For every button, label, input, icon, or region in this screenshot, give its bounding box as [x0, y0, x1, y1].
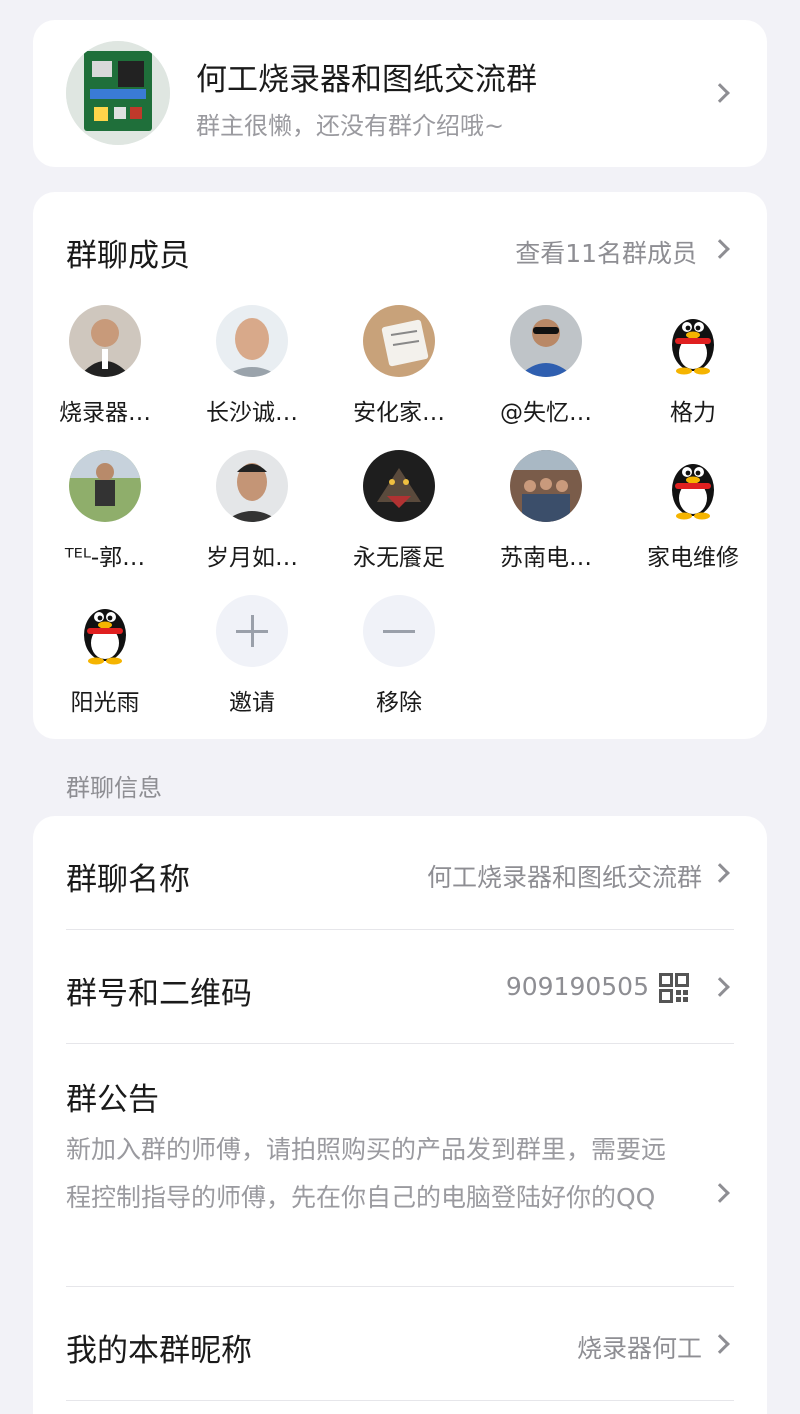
- member-avatar: [216, 450, 288, 522]
- group-header-card[interactable]: 何工烧录器和图纸交流群 群主很懒，还没有群介绍哦~: [33, 20, 767, 167]
- chevron-right-icon: [710, 1183, 730, 1203]
- member-avatar: [69, 305, 141, 377]
- member-name: 阳光雨: [70, 690, 140, 716]
- member-item[interactable]: 格力: [628, 305, 758, 427]
- group-name-row-value: 何工烧录器和图纸交流群: [426, 863, 702, 892]
- plus-icon: [216, 595, 288, 667]
- member-item[interactable]: 岁月如…: [187, 450, 317, 572]
- member-name: 安化家…: [353, 400, 445, 426]
- member-avatar: [69, 450, 141, 522]
- member-item[interactable]: 阳光雨: [40, 595, 170, 717]
- group-avatar: [66, 41, 170, 145]
- group-name-row[interactable]: 群聊名称 何工烧录器和图纸交流群: [33, 816, 767, 930]
- chevron-right-icon: [710, 863, 730, 883]
- chevron-right-icon: [710, 83, 730, 103]
- member-name: ᵀᴱᴸ-郭…: [64, 545, 146, 571]
- member-name: 岁月如…: [206, 545, 298, 571]
- group-notice-title: 群公告: [66, 1082, 159, 1118]
- member-item[interactable]: 苏南电…: [481, 450, 611, 572]
- group-id-qr-row[interactable]: 群号和二维码 909190505: [33, 930, 767, 1044]
- member-avatar: [363, 450, 435, 522]
- qq-penguin-icon: [657, 305, 729, 377]
- group-info-card: 群聊名称 何工烧录器和图纸交流群 群号和二维码 909190505 群公告 新加…: [33, 816, 767, 1414]
- member-name: 家电维修: [647, 545, 739, 571]
- my-nickname-title: 我的本群昵称: [66, 1333, 252, 1369]
- group-id-value: 909190505: [505, 972, 649, 1001]
- members-card: 群聊成员 查看11名群成员 烧录器… 长沙诚… 安化家… @失忆… 格力 ᵀᴱᴸ…: [33, 192, 767, 739]
- member-item[interactable]: ᵀᴱᴸ-郭…: [40, 450, 170, 572]
- remove-label: 移除: [376, 690, 422, 716]
- member-name: 烧录器…: [59, 400, 151, 426]
- chevron-right-icon: [710, 1334, 730, 1354]
- info-section-label: 群聊信息: [66, 774, 162, 802]
- member-item[interactable]: @失忆…: [481, 305, 611, 427]
- member-name: 长沙诚…: [206, 400, 298, 426]
- my-nickname-value: 烧录器何工: [576, 1334, 702, 1363]
- member-name: 苏南电…: [500, 545, 592, 571]
- members-section-title: 群聊成员: [66, 238, 190, 274]
- member-avatar: [510, 305, 582, 377]
- member-name: @失忆…: [500, 400, 592, 426]
- qq-penguin-icon: [657, 450, 729, 522]
- invite-member-button[interactable]: 邀请: [187, 595, 317, 717]
- member-item[interactable]: 长沙诚…: [187, 305, 317, 427]
- member-name: 永无餍足: [353, 545, 445, 571]
- view-all-members-link[interactable]: 查看11名群成员: [515, 234, 697, 270]
- member-avatar: [363, 305, 435, 377]
- group-description: 群主很懒，还没有群介绍哦~: [196, 112, 505, 140]
- member-name: 格力: [670, 400, 716, 426]
- member-item[interactable]: 烧录器…: [40, 305, 170, 427]
- group-notice-row[interactable]: 群公告 新加入群的师傅，请拍照购买的产品发到群里，需要远程控制指导的师傅，先在你…: [33, 1044, 767, 1286]
- member-avatar: [510, 450, 582, 522]
- group-notice-text: 新加入群的师傅，请拍照购买的产品发到群里，需要远程控制指导的师傅，先在你自己的电…: [66, 1135, 667, 1212]
- qr-code-icon: [659, 973, 689, 1003]
- member-item[interactable]: 安化家…: [334, 305, 464, 427]
- group-name-row-title: 群聊名称: [66, 862, 190, 898]
- minus-icon: [363, 595, 435, 667]
- group-name: 何工烧录器和图纸交流群: [196, 62, 537, 98]
- member-item[interactable]: 家电维修: [628, 450, 758, 572]
- member-item[interactable]: 永无餍足: [334, 450, 464, 572]
- group-id-row-title: 群号和二维码: [66, 976, 252, 1012]
- member-avatar: [216, 305, 288, 377]
- chevron-right-icon: [710, 977, 730, 997]
- invite-label: 邀请: [229, 690, 275, 716]
- my-nickname-row[interactable]: 我的本群昵称 烧录器何工: [33, 1287, 767, 1401]
- remove-member-button[interactable]: 移除: [334, 595, 464, 717]
- qq-penguin-icon: [69, 595, 141, 667]
- divider: [66, 1400, 734, 1401]
- chevron-right-icon[interactable]: [710, 239, 730, 259]
